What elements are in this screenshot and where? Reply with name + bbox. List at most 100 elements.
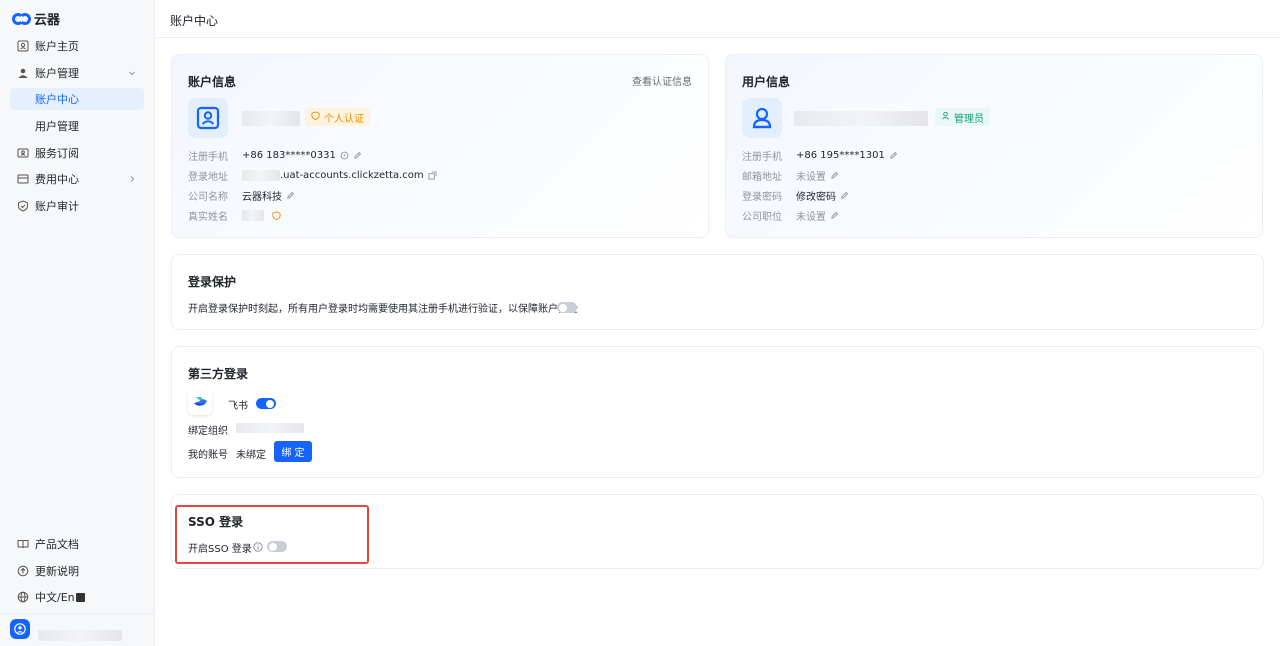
field-label: 真实姓名 bbox=[188, 211, 228, 223]
admin-role-badge: 管理员 bbox=[935, 108, 990, 126]
user-info-title: 用户信息 bbox=[742, 75, 791, 89]
field-value: +86 183*****0331 bbox=[242, 149, 336, 161]
sidebar-item-account-management[interactable]: 账户管理 bbox=[10, 62, 144, 84]
field-label: 注册手机 bbox=[742, 151, 782, 163]
logo[interactable]: 云器 bbox=[12, 9, 60, 28]
role-badge-label: 管理员 bbox=[954, 113, 984, 125]
sidebar-item-user-management[interactable]: 用户管理 bbox=[10, 115, 144, 137]
feishu-icon bbox=[188, 391, 212, 415]
globe-icon bbox=[16, 591, 29, 604]
cert-badge-label: 个人认证 bbox=[324, 113, 364, 125]
field-value: 未设置 bbox=[796, 211, 826, 223]
current-user[interactable] bbox=[0, 613, 155, 646]
user-avatar-icon bbox=[742, 98, 782, 138]
field-password: 登录密码 修改密码 bbox=[742, 188, 849, 203]
sidebar-item-account-home[interactable]: 账户主页 bbox=[10, 35, 144, 57]
my-account-label: 我的账号 bbox=[188, 450, 228, 461]
account-info-title: 账户信息 bbox=[188, 75, 237, 89]
home-icon bbox=[16, 40, 29, 53]
login-protection-title: 登录保护 bbox=[188, 275, 237, 289]
sidebar-item-docs[interactable]: 产品文档 bbox=[10, 533, 144, 555]
logo-text: 云器 bbox=[34, 13, 61, 28]
sidebar-item-subscription[interactable]: 服务订阅 bbox=[10, 142, 144, 164]
username-redacted bbox=[38, 630, 122, 641]
translate-icon bbox=[75, 592, 85, 602]
sidebar-item-audit[interactable]: 账户审计 bbox=[10, 195, 144, 217]
external-link-icon[interactable] bbox=[428, 170, 437, 180]
admin-user-icon bbox=[941, 111, 950, 123]
third-party-title: 第三方登录 bbox=[188, 367, 249, 381]
account-avatar-icon bbox=[188, 98, 228, 138]
subscription-icon bbox=[16, 146, 29, 159]
bound-org-redacted bbox=[236, 423, 304, 433]
sidebar-item-label: 更新说明 bbox=[35, 564, 79, 578]
field-login-address: 登录地址 .uat-accounts.clickzetta.com bbox=[188, 168, 437, 183]
edit-icon[interactable] bbox=[830, 211, 839, 220]
field-phone: 注册手机 +86 183*****0331 bbox=[188, 148, 362, 163]
user-icon bbox=[16, 66, 29, 79]
shield-icon bbox=[16, 200, 29, 213]
field-label: 邮箱地址 bbox=[742, 171, 782, 183]
field-position: 公司职位 未设置 bbox=[742, 208, 839, 223]
bound-org-label: 绑定组织 bbox=[188, 426, 228, 437]
field-email: 邮箱地址 未设置 bbox=[742, 168, 839, 183]
sidebar-item-label: 账户管理 bbox=[35, 66, 79, 80]
page-title: 账户中心 bbox=[170, 14, 219, 28]
field-company: 公司名称 云器科技 bbox=[188, 188, 295, 203]
login-protection-toggle[interactable] bbox=[557, 302, 577, 313]
sidebar-item-label: 账户主页 bbox=[35, 40, 79, 53]
verified-shield-icon bbox=[272, 210, 281, 220]
real-name-redacted bbox=[242, 209, 264, 221]
field-real-name: 真实姓名 bbox=[188, 208, 281, 223]
field-phone: 注册手机 +86 195****1301 bbox=[742, 148, 898, 163]
provider-label: 飞书 bbox=[228, 401, 248, 412]
account-info-card: 账户信息 查看认证信息 个人认证 注册手机 +86 183*****0331 登… bbox=[171, 54, 709, 238]
login-protection-card: 登录保护 开启登录保护时刻起，所有用户登录时均需要使用其注册手机进行验证，以保障… bbox=[171, 254, 1264, 330]
header: 账户中心 bbox=[156, 0, 1280, 38]
sidebar-item-label: 用户管理 bbox=[35, 120, 79, 134]
field-value: 云器科技 bbox=[242, 191, 282, 203]
sso-highlight-box bbox=[175, 505, 369, 564]
change-password-link[interactable]: 修改密码 bbox=[796, 188, 836, 203]
third-party-login-card: 第三方登录 飞书 绑定组织 我的账号 未绑定 绑定 bbox=[171, 346, 1264, 478]
bind-button[interactable]: 绑定 bbox=[274, 441, 312, 462]
sidebar-item-label: 产品文档 bbox=[35, 538, 79, 551]
eye-icon[interactable] bbox=[340, 151, 349, 160]
sidebar-nav: 账户主页 账户管理 账户中心 用户管理 服务订阅 费用中心 账户审计 bbox=[10, 35, 144, 222]
sidebar-bottom-nav: 产品文档 更新说明 中文/En bbox=[10, 533, 144, 613]
edit-icon[interactable] bbox=[889, 151, 898, 160]
sidebar: 云器 账户主页 账户管理 账户中心 用户管理 服务订阅 费用中心 账户审计 产品… bbox=[0, 0, 155, 646]
update-icon bbox=[16, 564, 29, 577]
user-name-redacted bbox=[794, 111, 928, 126]
book-icon bbox=[16, 538, 29, 551]
sidebar-item-label: 账户中心 bbox=[35, 93, 79, 107]
edit-icon[interactable] bbox=[353, 151, 362, 160]
sidebar-item-billing[interactable]: 费用中心 bbox=[10, 168, 144, 190]
feishu-toggle[interactable] bbox=[256, 398, 276, 409]
sidebar-item-label: 服务订阅 bbox=[35, 146, 79, 160]
field-label: 公司名称 bbox=[188, 191, 228, 203]
sidebar-item-label: 费用中心 bbox=[35, 173, 79, 187]
edit-icon[interactable] bbox=[840, 191, 849, 200]
main-content: 账户信息 查看认证信息 个人认证 注册手机 +86 183*****0331 登… bbox=[156, 39, 1280, 646]
login-protection-description: 开启登录保护时刻起，所有用户登录时均需要使用其注册手机进行验证，以保障账户安全 bbox=[188, 304, 578, 315]
sidebar-item-account-center[interactable]: 账户中心 bbox=[10, 88, 144, 111]
edit-icon[interactable] bbox=[830, 171, 839, 180]
view-certification-link[interactable]: 查看认证信息 bbox=[632, 73, 692, 88]
field-label: 注册手机 bbox=[188, 151, 228, 163]
account-bind-status: 未绑定 bbox=[236, 450, 266, 461]
field-value: .uat-accounts.clickzetta.com bbox=[280, 169, 424, 181]
edit-icon[interactable] bbox=[286, 191, 295, 200]
avatar[interactable] bbox=[10, 619, 30, 639]
chevron-right-icon bbox=[126, 173, 138, 185]
cert-shield-icon bbox=[311, 111, 320, 123]
field-value: 未设置 bbox=[796, 171, 826, 183]
sidebar-item-label: 中文/En bbox=[35, 591, 75, 604]
logo-icon bbox=[12, 12, 31, 26]
field-value: +86 195****1301 bbox=[796, 149, 885, 161]
billing-icon bbox=[16, 173, 29, 186]
sidebar-item-changelog[interactable]: 更新说明 bbox=[10, 560, 144, 582]
user-info-card: 用户信息 管理员 注册手机 +86 195****1301 邮箱地址 未设置 登… bbox=[725, 54, 1263, 238]
sidebar-item-language[interactable]: 中文/En bbox=[10, 586, 144, 608]
field-label: 公司职位 bbox=[742, 211, 782, 223]
